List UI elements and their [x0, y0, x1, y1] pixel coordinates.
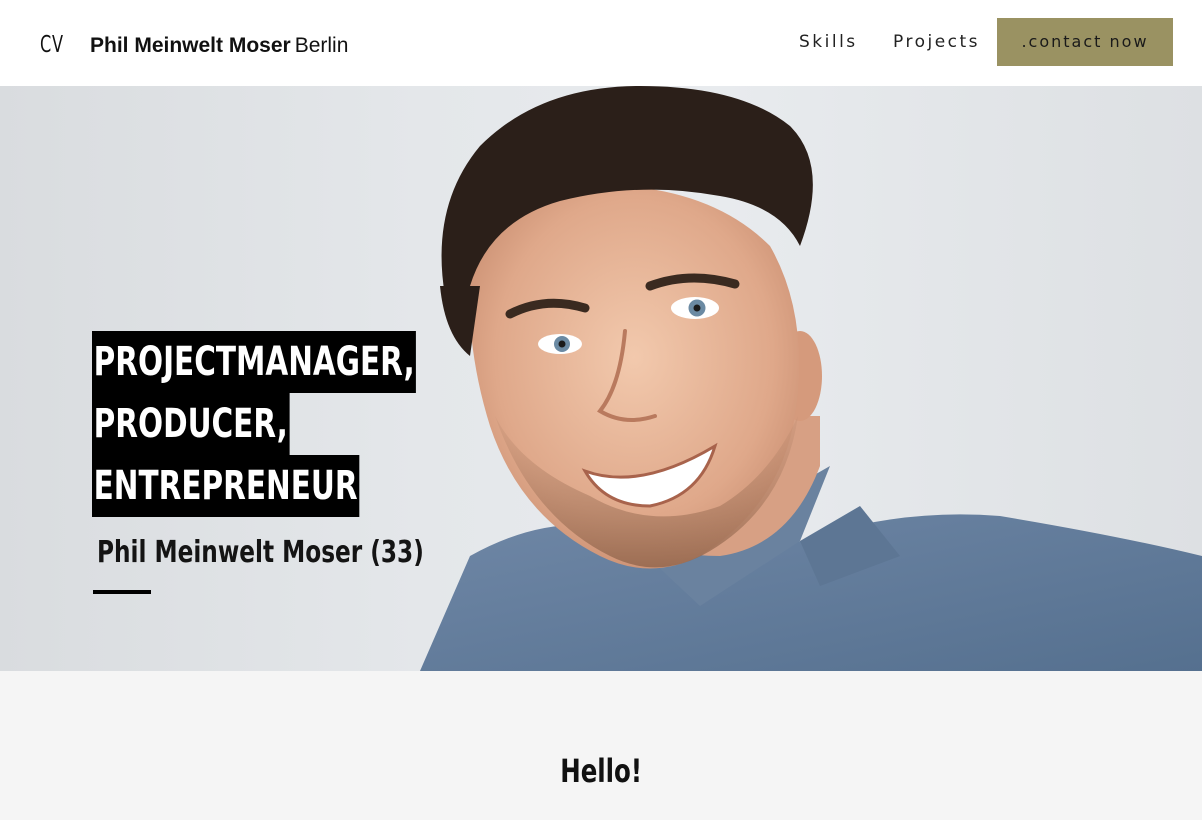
hero-title-line: ENTREPRENEUR: [92, 455, 487, 517]
brand[interactable]: Phil Meinwelt Moser Berlin: [90, 32, 348, 60]
hero-section: PROJECTMANAGER, PRODUCER, ENTREPRENEUR P…: [0, 86, 1202, 671]
hero-divider: [93, 590, 151, 594]
hello-section: Hello!: [0, 671, 1202, 820]
site-header: CV Phil Meinwelt Moser Berlin Skills Proj…: [0, 0, 1202, 86]
hero-title-line: PROJECTMANAGER,: [92, 331, 487, 393]
contact-now-button[interactable]: .contact now: [997, 18, 1173, 66]
hero-title: PROJECTMANAGER, PRODUCER, ENTREPRENEUR: [92, 331, 487, 517]
hero-subtitle: Phil Meinwelt Moser (33): [97, 535, 424, 570]
hello-heading: Hello!: [560, 752, 642, 790]
brand-city: Berlin: [294, 34, 349, 57]
cv-logo[interactable]: CV: [40, 30, 64, 60]
nav-skills-link[interactable]: Skills: [799, 30, 858, 54]
nav-projects-link[interactable]: Projects: [893, 30, 980, 54]
brand-name: Phil Meinwelt Moser: [90, 34, 291, 57]
hero-title-line: PRODUCER,: [92, 393, 487, 455]
